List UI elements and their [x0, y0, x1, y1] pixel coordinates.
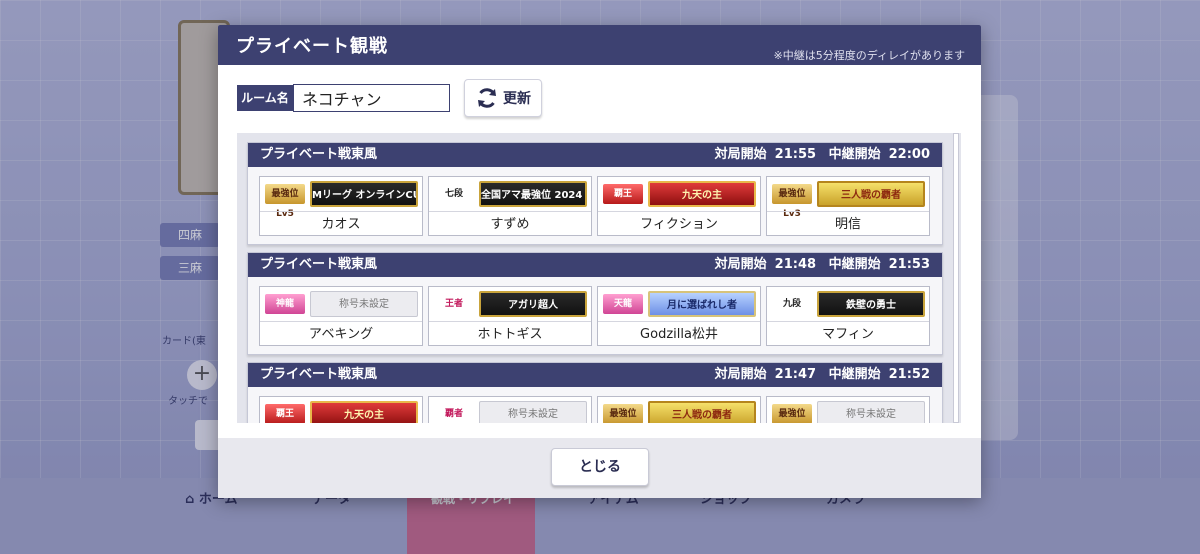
player-name: すずめ [429, 211, 591, 237]
relay-time: 22:00 [888, 147, 930, 162]
modal-body: ルーム名 更新 プライベート戦東風 対局開始 21:55 中継開始 22:00 [218, 65, 981, 438]
match-card[interactable]: プライベート戦東風 対局開始 21:55 中継開始 22:00 最強位Lv5 Mリー… [247, 142, 943, 245]
refresh-label: 更新 [503, 91, 531, 107]
rank-badge: 王者 [444, 299, 463, 309]
player-card[interactable]: 王者 アガリ超人 ホトトギス [428, 286, 592, 346]
title-plate: 九天の主 [648, 181, 756, 207]
relay-time: 21:53 [888, 257, 930, 272]
player-name: ホトトギス [429, 321, 591, 347]
player-card[interactable]: 覇王 九天の主 フィクション [597, 176, 761, 236]
title-plate: 全国アマ最強位 2024 MJ挑戦者 [479, 181, 587, 207]
title-plate: 称号未設定 [479, 401, 587, 423]
match-card[interactable]: プライベート戦東風 対局開始 21:47 中継開始 21:52 覇王 九天の主 覇者… [247, 362, 943, 423]
rank-badge: 最強位Lv5 [265, 184, 305, 219]
rank-badge: 天龍 [603, 294, 643, 314]
start-label: 対局開始 [714, 147, 767, 162]
rank-badge: 覇王 [265, 404, 305, 423]
relay-label: 中継開始 [828, 147, 881, 162]
relay-time: 21:52 [888, 367, 930, 382]
match-list[interactable]: プライベート戦東風 対局開始 21:55 中継開始 22:00 最強位Lv5 Mリー… [237, 133, 961, 423]
title-plate: 称号未設定 [310, 291, 418, 317]
start-time: 21:48 [774, 257, 817, 272]
title-plate: アガリ超人 [479, 291, 587, 317]
match-times: 対局開始 21:47 中継開始 21:52 [707, 363, 930, 387]
rank-badge: 最強位Lv3 [603, 404, 643, 423]
title-plate: 鉄壁の勇士 [817, 291, 925, 317]
private-spectate-modal: プライベート観戦 ※中継は5分程度のディレイがあります ルーム名 更新 プライベ… [218, 25, 981, 498]
players-row: 最強位Lv5 Mリーグ オンラインCUP 2024 挑戦者 カオス 七段 全国ア… [259, 176, 930, 236]
title-plate: 称号未設定 [817, 401, 925, 423]
player-card[interactable]: 最強位Lv3 三人戦の覇者 明信 [766, 176, 930, 236]
match-name: プライベート戦東風 [260, 367, 378, 382]
start-time: 21:47 [774, 367, 817, 382]
scrollbar-thumb[interactable] [954, 134, 958, 314]
rank-badge: 七段 [444, 189, 463, 199]
player-card[interactable]: 最強位Lv3 三人戦の覇者 [597, 396, 761, 423]
rank-badge: 覇者 [444, 409, 463, 419]
start-label: 対局開始 [714, 367, 767, 382]
refresh-icon [478, 88, 496, 108]
refresh-button[interactable]: 更新 [464, 79, 542, 117]
match-name: プライベート戦東風 [260, 147, 378, 162]
player-card[interactable]: 七段 全国アマ最強位 2024 MJ挑戦者 すずめ [428, 176, 592, 236]
match-times: 対局開始 21:55 中継開始 22:00 [707, 143, 930, 167]
rank-badge: 最強位Lv2 [772, 404, 812, 423]
modal-header: プライベート観戦 ※中継は5分程度のディレイがあります [218, 25, 981, 65]
relay-label: 中継開始 [828, 367, 881, 382]
player-card[interactable]: 天龍 月に選ばれし者 Godzilla松井 [597, 286, 761, 346]
match-header: プライベート戦東風 対局開始 21:55 中継開始 22:00 [248, 143, 942, 167]
match-header: プライベート戦東風 対局開始 21:48 中継開始 21:53 [248, 253, 942, 277]
rank-badge: 神龍 [265, 294, 305, 314]
modal-footer: とじる [218, 438, 981, 498]
title-plate: 三人戦の覇者 [817, 181, 925, 207]
rank-badge: 覇王 [603, 184, 643, 204]
player-card[interactable]: 九段 鉄壁の勇士 マフィン [766, 286, 930, 346]
players-row: 覇王 九天の主 覇者 称号未設定 最強位Lv3 三人戦の覇者 最強位Lv2 称号… [259, 396, 930, 423]
player-card[interactable]: 神龍 称号未設定 アベキング [259, 286, 423, 346]
close-button[interactable]: とじる [551, 448, 649, 486]
players-row: 神龍 称号未設定 アベキング 王者 アガリ超人 ホトトギス 天龍 月に選ばれし者… [259, 286, 930, 346]
player-card[interactable]: 最強位Lv2 称号未設定 [766, 396, 930, 423]
player-name: カオス [260, 211, 422, 237]
player-name: マフィン [767, 321, 929, 347]
player-card[interactable]: 最強位Lv5 Mリーグ オンラインCUP 2024 挑戦者 カオス [259, 176, 423, 236]
modal-title: プライベート観戦 [236, 36, 388, 57]
player-name: Godzilla松井 [598, 321, 760, 347]
player-name: フィクション [598, 211, 760, 237]
player-card[interactable]: 覇者 称号未設定 [428, 396, 592, 423]
delay-note: ※中継は5分程度のディレイがあります [773, 49, 965, 62]
match-times: 対局開始 21:48 中継開始 21:53 [707, 253, 930, 277]
player-name: アベキング [260, 321, 422, 347]
match-header: プライベート戦東風 対局開始 21:47 中継開始 21:52 [248, 363, 942, 387]
scrollbar[interactable] [953, 133, 959, 423]
rank-badge: 最強位Lv3 [772, 184, 812, 219]
title-plate: 三人戦の覇者 [648, 401, 756, 423]
start-label: 対局開始 [714, 257, 767, 272]
player-card[interactable]: 覇王 九天の主 [259, 396, 423, 423]
relay-label: 中継開始 [828, 257, 881, 272]
rank-badge: 九段 [782, 299, 801, 309]
match-name: プライベート戦東風 [260, 257, 378, 272]
player-name: 明信 [767, 211, 929, 237]
match-card[interactable]: プライベート戦東風 対局開始 21:48 中継開始 21:53 神龍 称号未設定 ア… [247, 252, 943, 355]
start-time: 21:55 [774, 147, 817, 162]
title-plate: 月に選ばれし者 [648, 291, 756, 317]
room-name-input[interactable] [293, 84, 450, 112]
title-plate: Mリーグ オンラインCUP 2024 挑戦者 [310, 181, 418, 207]
room-name-label: ルーム名 [237, 85, 293, 111]
title-plate: 九天の主 [310, 401, 418, 423]
